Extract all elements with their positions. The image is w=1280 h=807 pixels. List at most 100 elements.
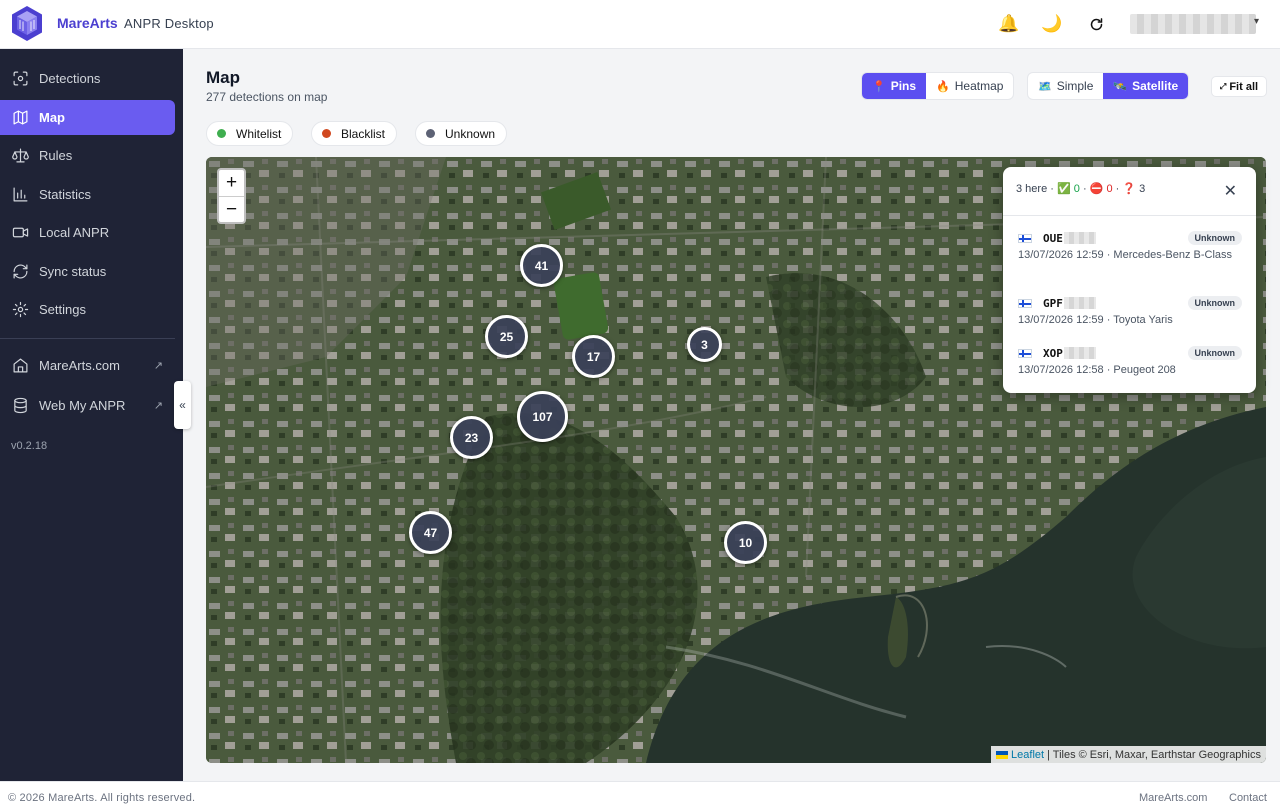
satellite-button[interactable]: 🛰️ Satellite	[1103, 73, 1189, 99]
fire-icon: 🔥	[936, 80, 950, 93]
detection-meta: 13/07/2026 12:59 · Mercedes-Benz B-Class	[1018, 249, 1233, 261]
sidebar-collapse-button[interactable]: «	[174, 381, 191, 429]
marearts-logo-icon	[12, 6, 42, 41]
detection-item[interactable]: GPF Unknown 13/07/2026 12:59 · Toyota Ya…	[1018, 295, 1242, 328]
sidebar-item-settings[interactable]: Settings	[0, 292, 175, 327]
heatmap-button[interactable]: 🔥 Heatmap	[926, 73, 1013, 99]
map-icon: 🗺️	[1038, 80, 1052, 93]
zoom-out-button[interactable]: −	[219, 196, 244, 222]
check-icon: ✅	[1056, 183, 1071, 195]
unknown-count: 3	[1139, 183, 1146, 195]
satellite-icon: 🛰️	[1113, 80, 1128, 93]
sidebar-link-marearts[interactable]: MareArts.com ↗	[0, 348, 175, 383]
sidebar-item-label: Rules	[39, 148, 73, 163]
footer-link-contact[interactable]: Contact	[1229, 792, 1267, 804]
plate-number: GPF	[1043, 296, 1063, 310]
whitelist-dot	[217, 129, 226, 138]
ukraine-flag-icon	[996, 750, 1009, 759]
zoom-control: + −	[217, 168, 246, 224]
plate-number: XOP	[1043, 346, 1063, 360]
no-entry-icon: ⛔	[1089, 183, 1104, 195]
separator: ·	[1115, 183, 1120, 195]
map-cluster[interactable]: 41	[520, 244, 563, 287]
user-menu-caret-icon[interactable]: ▾	[1254, 16, 1259, 27]
plate-redacted	[1063, 232, 1096, 244]
sidebar-item-label: Settings	[39, 302, 86, 317]
map-cluster[interactable]: 17	[572, 335, 615, 378]
filter-unknown[interactable]: Unknown	[415, 121, 508, 146]
sidebar-link-web-my-anpr[interactable]: Web My ANPR ↗	[0, 388, 175, 423]
page-title: Map	[206, 68, 240, 87]
filter-blacklist[interactable]: Blacklist	[311, 121, 398, 146]
filter-whitelist[interactable]: Whitelist	[206, 121, 294, 146]
detection-item[interactable]: XOP Unknown 13/07/2026 12:58 · Peugeot 2…	[1018, 345, 1242, 378]
blacklist-count: 0	[1106, 183, 1113, 195]
sidebar-item-sync-status[interactable]: Sync status	[0, 254, 175, 289]
status-badge: Unknown	[1187, 231, 1242, 245]
moon-icon[interactable]: 🌙	[1040, 12, 1064, 36]
simple-button[interactable]: 🗺️ Simple	[1028, 73, 1103, 99]
map-cluster[interactable]: 47	[409, 511, 452, 554]
whitelist-count: 0	[1073, 183, 1080, 195]
map-icon	[12, 109, 29, 126]
map-cluster[interactable]: 10	[724, 521, 767, 564]
map-attribution: Leaflet | Tiles © Esri, Maxar, Earthstar…	[991, 746, 1266, 763]
pin-icon: 📍	[872, 80, 886, 93]
filter-label: Blacklist	[341, 126, 386, 141]
separator: ·	[1082, 183, 1087, 195]
fit-all-button[interactable]: ⤢ Fit all	[1211, 76, 1267, 97]
scale-icon	[12, 147, 29, 164]
cluster-popup: 3 here · ✅ 0 · ⛔ 0 · ❓ 3 ✕ OUE Unknown 1…	[1003, 167, 1256, 393]
unknown-dot	[426, 129, 435, 138]
sidebar-item-rules[interactable]: Rules	[0, 138, 175, 173]
map-cluster[interactable]: 107	[517, 391, 568, 442]
bell-icon[interactable]: 🔔	[997, 12, 1021, 36]
sidebar-item-label: Sync status	[39, 264, 107, 279]
plate-number: OUE	[1043, 231, 1063, 245]
popup-count: 3 here ·	[1016, 183, 1054, 195]
sidebar-item-label: Map	[39, 110, 65, 125]
finland-flag-icon	[1018, 233, 1032, 243]
external-link-icon: ↗	[153, 400, 163, 412]
status-badge: Unknown	[1187, 346, 1242, 360]
finland-flag-icon	[1018, 348, 1032, 358]
sidebar-item-label: Statistics	[39, 187, 92, 202]
tile-mode-toggle: 🗺️ Simple 🛰️ Satellite	[1027, 72, 1190, 100]
copyright: © 2026 MareArts. All rights reserved.	[8, 792, 196, 804]
sidebar-item-map[interactable]: Map	[0, 100, 175, 135]
heatmap-label: Heatmap	[954, 79, 1004, 93]
pins-button[interactable]: 📍 Pins	[862, 73, 927, 99]
plate-redacted	[1063, 297, 1096, 309]
top-bar: MareArts ANPR Desktop 🔔 🌙 ▾	[0, 0, 1280, 49]
sidebar-item-detections[interactable]: Detections	[0, 61, 175, 96]
sidebar-divider	[0, 338, 175, 339]
detection-meta: 13/07/2026 12:59 · Toyota Yaris	[1018, 314, 1173, 326]
sidebar-item-local-anpr[interactable]: Local ANPR	[0, 215, 175, 250]
simple-label: Simple	[1056, 79, 1094, 93]
refresh-icon[interactable]	[1084, 12, 1108, 36]
sidebar-item-label: Detections	[39, 71, 101, 86]
detection-meta: 13/07/2026 12:58 · Peugeot 208	[1018, 364, 1176, 376]
bar-chart-icon	[12, 186, 29, 203]
camera-icon	[12, 224, 29, 241]
fit-all-label: Fit all	[1229, 80, 1259, 93]
close-icon[interactable]: ✕	[1224, 184, 1237, 200]
sidebar-item-label: Local ANPR	[39, 225, 110, 240]
database-icon	[12, 397, 29, 414]
blacklist-dot	[322, 129, 331, 138]
sidebar-item-statistics[interactable]: Statistics	[0, 177, 175, 212]
popup-divider	[1003, 215, 1256, 216]
leaflet-link[interactable]: Leaflet	[1011, 749, 1044, 761]
plate-redacted	[1063, 347, 1096, 359]
map-cluster[interactable]: 23	[450, 416, 493, 459]
home-icon	[12, 357, 29, 374]
footer-link-marearts[interactable]: MareArts.com	[1139, 792, 1207, 804]
footer: © 2026 MareArts. All rights reserved. Ma…	[0, 781, 1280, 807]
detection-item[interactable]: OUE Unknown 13/07/2026 12:59 · Mercedes-…	[1018, 230, 1242, 263]
zoom-in-button[interactable]: +	[219, 170, 244, 196]
user-menu[interactable]	[1130, 14, 1256, 34]
map-cluster[interactable]: 25	[485, 315, 528, 358]
map-cluster[interactable]: 3	[687, 327, 722, 362]
filter-label: Whitelist	[236, 126, 282, 141]
brand-name: MareArts	[57, 15, 118, 31]
